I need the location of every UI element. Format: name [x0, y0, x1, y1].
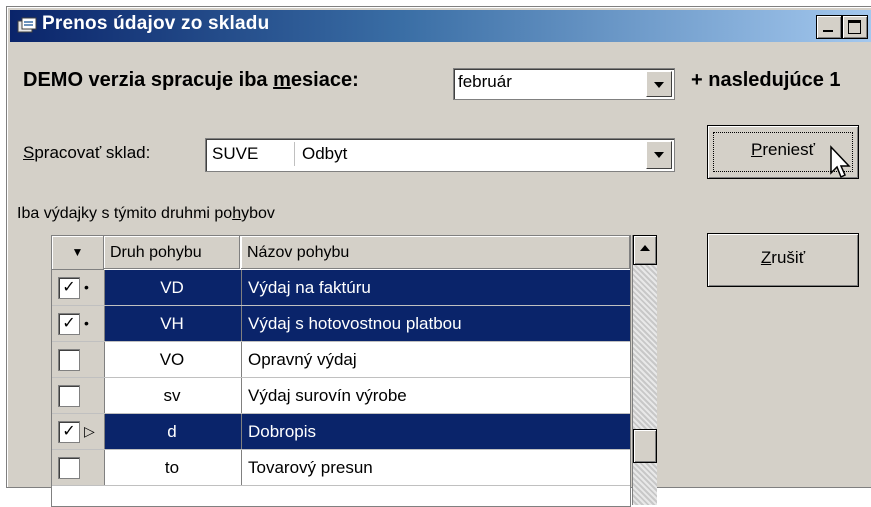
grid-scrollbar[interactable] [632, 235, 657, 505]
warehouse-label-text: pracovať sklad: [34, 143, 151, 162]
transfer-text: reniesť [762, 140, 816, 159]
warehouse-label: Spracovať sklad: [23, 143, 150, 163]
transfer-accel: P [750, 140, 763, 159]
movement-code: sv [163, 386, 181, 405]
header-movement-name[interactable]: Názov pohybu [241, 236, 630, 269]
row-marker: ▷ [84, 423, 95, 439]
window-title: Prenos údajov zo skladu [42, 13, 270, 34]
row-checkbox[interactable]: ✓ [58, 277, 80, 299]
header-marker[interactable]: ▼ [52, 236, 104, 270]
row-checkbox-cell [52, 378, 105, 413]
row-checkbox-cell: ✓ ▷ [52, 414, 105, 449]
table-row[interactable]: to Tovarový presun [52, 450, 630, 486]
row-checkbox[interactable] [58, 457, 80, 479]
demo-label-text: DEMO verzia spracuje iba [23, 69, 274, 91]
caption-accel: h [232, 205, 242, 222]
month-select[interactable]: február [453, 68, 675, 100]
demo-suffix: + nasledujúce 1 [691, 69, 841, 91]
row-checkbox[interactable]: ✓ [58, 421, 80, 443]
header-movement-code[interactable]: Druh pohybu [104, 236, 240, 269]
cancel-accel: Z [760, 248, 772, 267]
warehouse-name: Odbyt [302, 144, 348, 163]
cancel-text: rušiť [771, 248, 806, 267]
movement-name: Opravný výdaj [241, 342, 628, 377]
minimize-icon [823, 30, 833, 32]
scroll-thumb[interactable] [633, 429, 657, 463]
row-marker: • [84, 315, 89, 331]
dialog-window: Prenos údajov zo skladu DEMO verzia spra… [6, 6, 871, 507]
demo-label-accel: m [273, 69, 291, 91]
table-row[interactable]: sv Výdaj surovín výrobe [52, 378, 630, 414]
table-row[interactable]: VO Opravný výdaj [52, 342, 630, 378]
row-checkbox[interactable] [58, 349, 80, 371]
warehouse-label-accel: S [23, 143, 35, 162]
movement-name: Tovarový presun [241, 450, 628, 485]
table-row[interactable]: ✓ ▷ d Dobropis [52, 414, 630, 450]
caption-text-2: ybov [241, 205, 275, 222]
row-checkbox[interactable] [58, 385, 80, 407]
movement-types-grid: ▼ Druh pohybu Názov pohybu ✓ • VD Výdaj … [51, 235, 631, 507]
caption-text: Iba výdajky s týmito druhmi po [17, 205, 233, 222]
warehouse-code: SUVE [212, 144, 259, 163]
warehouse-divider [294, 142, 295, 166]
cancel-button[interactable]: Zrušiť [707, 233, 859, 287]
movement-types-caption: Iba výdajky s týmito druhmi pohybov [17, 205, 275, 223]
cancel-button-label: Zrušiť [708, 248, 858, 268]
row-checkbox-cell: ✓ • [52, 270, 105, 305]
movement-code: VH [160, 314, 184, 333]
warehouse-dropdown-button[interactable] [646, 141, 672, 169]
row-marker: • [84, 279, 89, 295]
row-checkbox-cell [52, 450, 105, 485]
maximize-icon [848, 20, 861, 34]
mouse-cursor-icon [830, 145, 851, 179]
movement-code: VD [160, 278, 184, 297]
title-bar[interactable]: Prenos údajov zo skladu [10, 10, 871, 42]
warehouse-select[interactable]: SUVE Odbyt [205, 138, 675, 172]
month-dropdown-button[interactable] [646, 71, 672, 97]
demo-label-text-2: esiace: [290, 69, 359, 91]
table-row[interactable]: ✓ • VD Výdaj na faktúru [52, 270, 630, 306]
month-value: február [458, 72, 512, 91]
row-checkbox-cell [52, 342, 105, 377]
movement-code: d [167, 422, 177, 441]
row-checkbox-cell: ✓ • [52, 306, 105, 341]
movement-code: VO [159, 350, 185, 369]
movement-name: Výdaj surovín výrobe [241, 378, 628, 413]
movement-name: Dobropis [241, 414, 628, 449]
movement-name: Výdaj s hotovostnou platbou [241, 306, 628, 341]
movement-name: Výdaj na faktúru [241, 270, 628, 305]
movement-code: to [164, 458, 180, 477]
table-row[interactable]: ✓ • VH Výdaj s hotovostnou platbou [52, 306, 630, 342]
demo-label: DEMO verzia spracuje iba mesiace: [23, 69, 359, 92]
maximize-button[interactable] [842, 15, 868, 39]
app-icon [17, 17, 37, 33]
row-checkbox[interactable]: ✓ [58, 313, 80, 335]
scroll-up-button[interactable] [633, 235, 657, 265]
minimize-button[interactable] [816, 15, 842, 39]
